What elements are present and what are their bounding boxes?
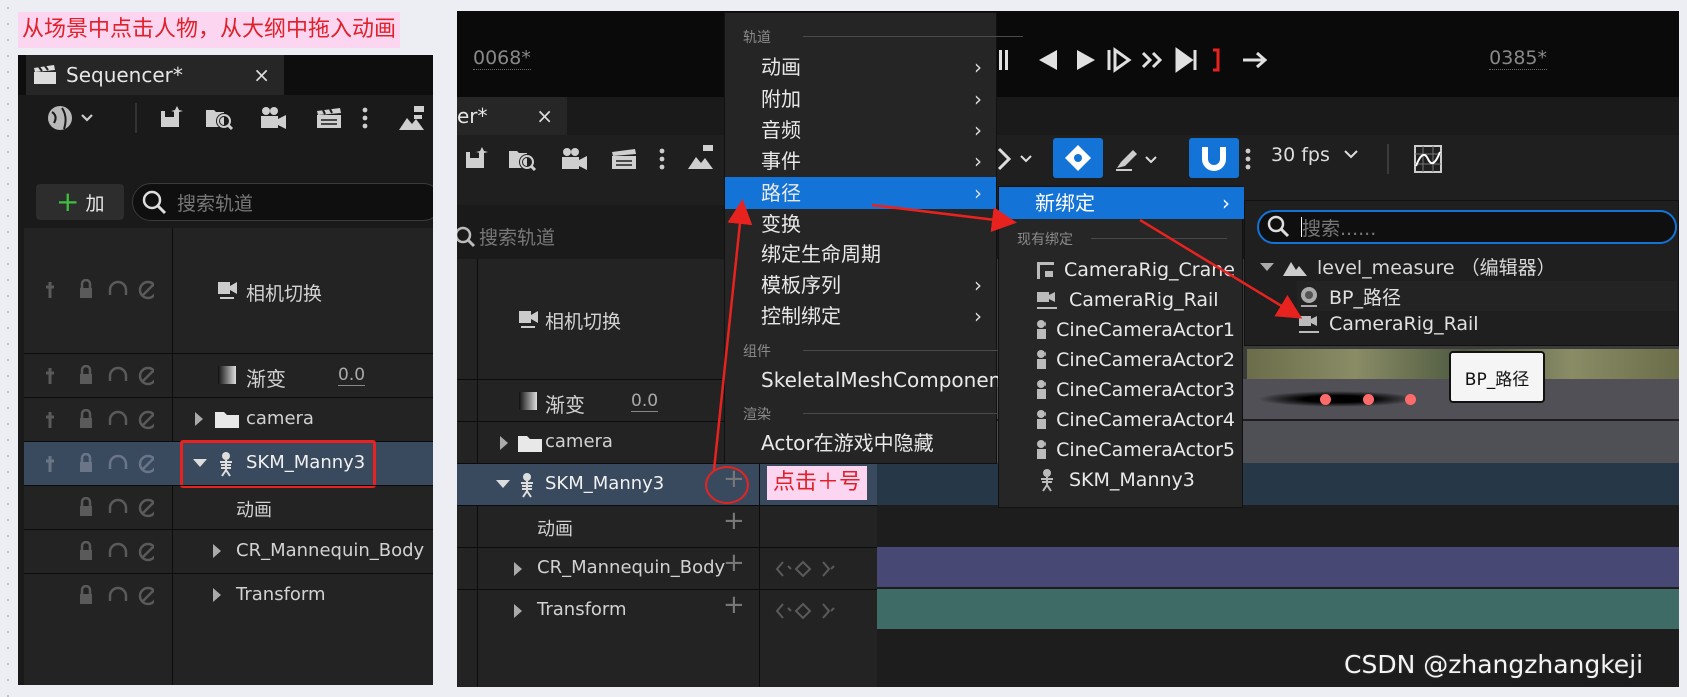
watermark: CSDN @zhangzhangkeji [1344,650,1644,679]
annotation-arrows [712,199,1303,471]
